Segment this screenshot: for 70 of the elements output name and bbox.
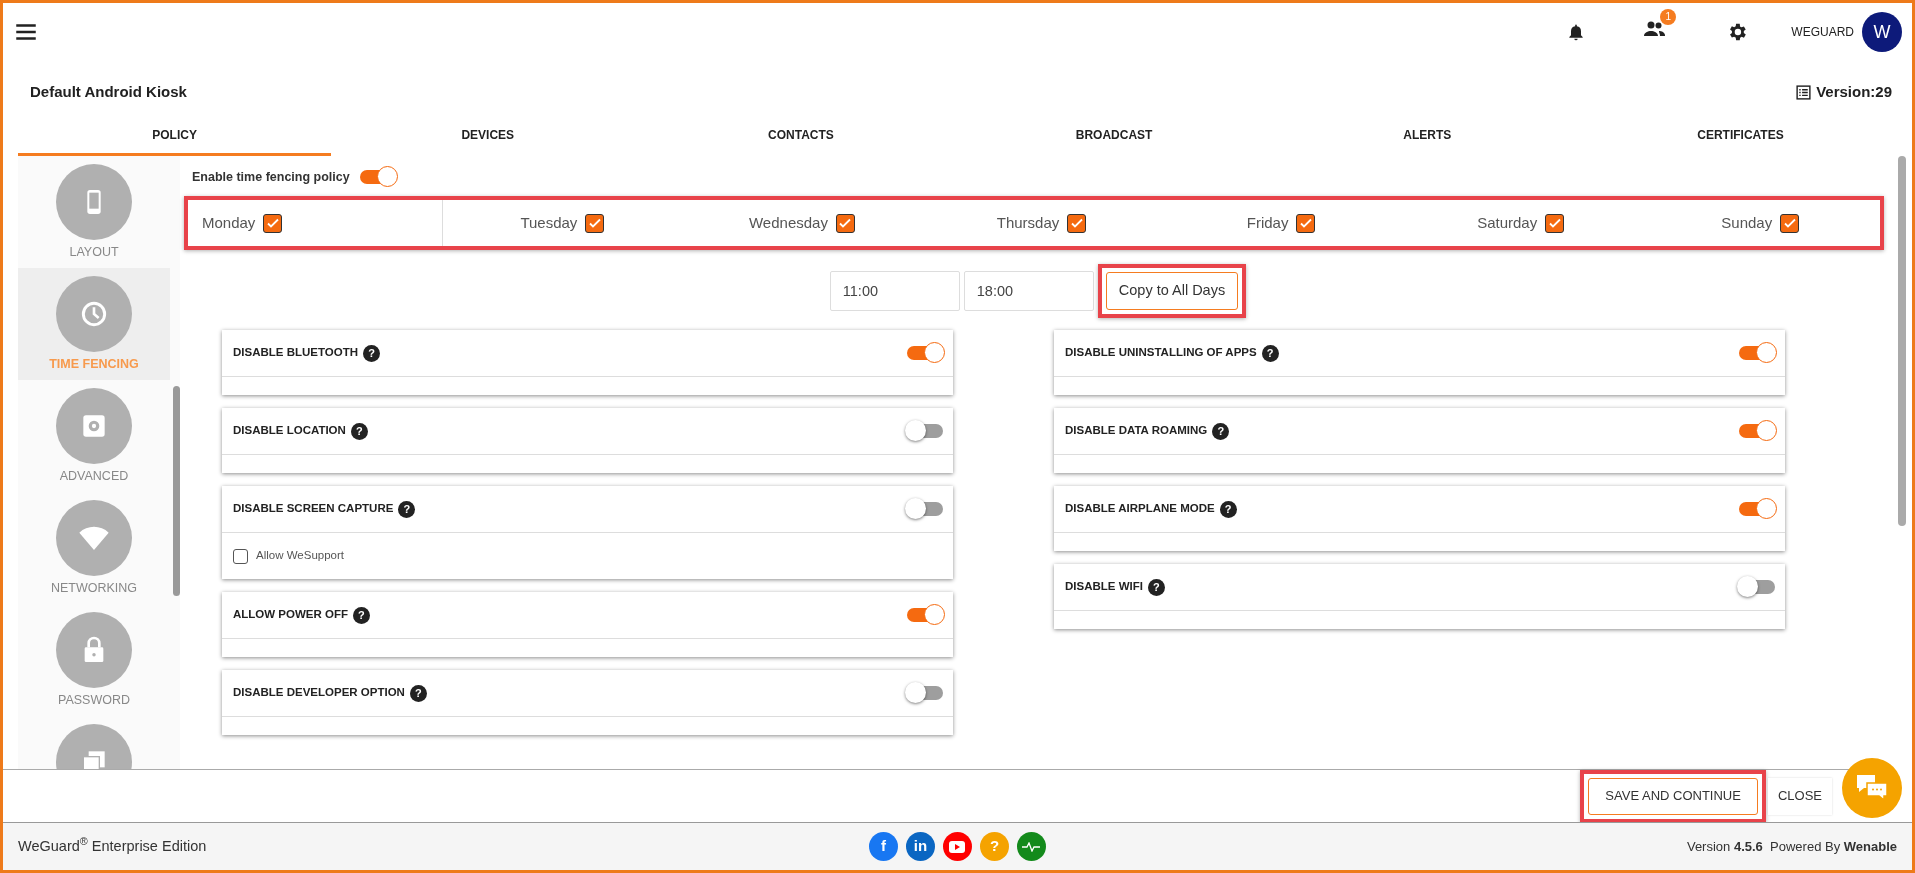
save-button[interactable]: SAVE AND CONTINUE: [1588, 777, 1758, 815]
help-icon[interactable]: ?: [1219, 500, 1237, 518]
setting-label: DISABLE UNINSTALLING OF APPS: [1065, 345, 1257, 361]
sidebar-item[interactable]: PASSWORD: [18, 604, 170, 716]
pulse-icon[interactable]: [1017, 832, 1046, 861]
scrollbar[interactable]: [1898, 156, 1906, 526]
checkbox[interactable]: [835, 213, 855, 233]
page-title: Default Android Kiosk: [30, 82, 187, 103]
option-label: Allow WeSupport: [256, 548, 344, 564]
setting-label: DISABLE WIFI: [1065, 579, 1143, 595]
help-icon[interactable]: ?: [409, 684, 427, 702]
checkbox[interactable]: [585, 213, 605, 233]
checkbox[interactable]: [233, 548, 248, 564]
time-field[interactable]: 18:00: [963, 271, 1094, 311]
sidebar-item[interactable]: ADVANCED: [18, 380, 170, 492]
day-label: Monday: [202, 212, 256, 233]
checkmark-icon: [265, 216, 280, 230]
time-field[interactable]: 11:00: [829, 271, 960, 311]
day-label: Wednesday: [748, 212, 828, 233]
day-label: Thursday: [996, 212, 1060, 233]
setting-label: DISABLE SCREEN CAPTURE: [233, 501, 394, 517]
help-icon[interactable]: ?: [353, 606, 370, 624]
help-icon[interactable]: ?: [1212, 422, 1230, 440]
setting-label: DISABLE AIRPLANE MODE: [1065, 501, 1215, 517]
close-button[interactable]: CLOSE: [1767, 777, 1832, 815]
checkbox[interactable]: [1545, 213, 1565, 233]
list-icon: [1795, 84, 1813, 101]
checkbox[interactable]: [1067, 213, 1087, 233]
setting-label: DISABLE BLUETOOTH: [233, 345, 358, 361]
help-icon[interactable]: ?: [1147, 578, 1165, 596]
tab[interactable]: CONTACTS: [644, 116, 958, 156]
setting-label: DISABLE DATA ROAMING: [1065, 423, 1208, 439]
tab[interactable]: CERTIFICATES: [1583, 116, 1898, 156]
youtube-icon[interactable]: [943, 832, 972, 861]
checkmark-icon: [1782, 216, 1797, 230]
checkmark-icon: [1547, 216, 1562, 230]
checkmark-icon: [587, 216, 602, 230]
sidebar-item[interactable]: NETWORKING: [18, 492, 170, 604]
facebook-icon[interactable]: f: [869, 832, 898, 861]
help-icon[interactable]: ?: [1261, 344, 1279, 362]
setting-label: DISABLE DEVELOPER OPTION: [233, 685, 405, 701]
checkmark-icon: [1298, 216, 1313, 230]
copy-button[interactable]: Copy to All Days: [1105, 272, 1239, 310]
notification-badge: 1: [1660, 8, 1677, 25]
checkbox[interactable]: [263, 213, 283, 233]
user-name: WEGUARD: [1791, 24, 1854, 41]
edition-text: WeGuard$^{®}$ Enterprise Edition: [18, 835, 208, 856]
checkmark-icon: [838, 216, 853, 230]
setting-label: ALLOW POWER OFF: [233, 607, 348, 623]
linkedin-icon[interactable]: in: [906, 832, 935, 861]
help-icon[interactable]: ?: [363, 344, 380, 362]
tab[interactable]: BROADCAST: [957, 116, 1271, 156]
version-label: Version:29: [1816, 82, 1892, 103]
help-icon[interactable]: ?: [350, 422, 368, 440]
version-text: Version 4.5.6 Powered By Wenable: [1685, 837, 1897, 856]
day-label: Tuesday: [520, 212, 578, 233]
checkbox[interactable]: [1296, 213, 1316, 233]
toggle-label: Enable time fencing policy: [192, 168, 350, 186]
day-label: Sunday: [1721, 212, 1773, 233]
tab[interactable]: ALERTS: [1270, 116, 1584, 156]
setting-label: DISABLE LOCATION: [233, 423, 346, 439]
user-avatar[interactable]: W: [1862, 12, 1902, 52]
checkmark-icon: [1069, 216, 1084, 230]
day-label: Saturday: [1477, 212, 1538, 233]
day-label: Friday: [1246, 212, 1289, 233]
scrollbar[interactable]: [173, 386, 180, 596]
help-icon[interactable]: ?: [398, 500, 416, 518]
checkbox[interactable]: [1780, 213, 1800, 233]
tab[interactable]: DEVICES: [331, 116, 645, 156]
chat-button[interactable]: [1842, 758, 1902, 818]
